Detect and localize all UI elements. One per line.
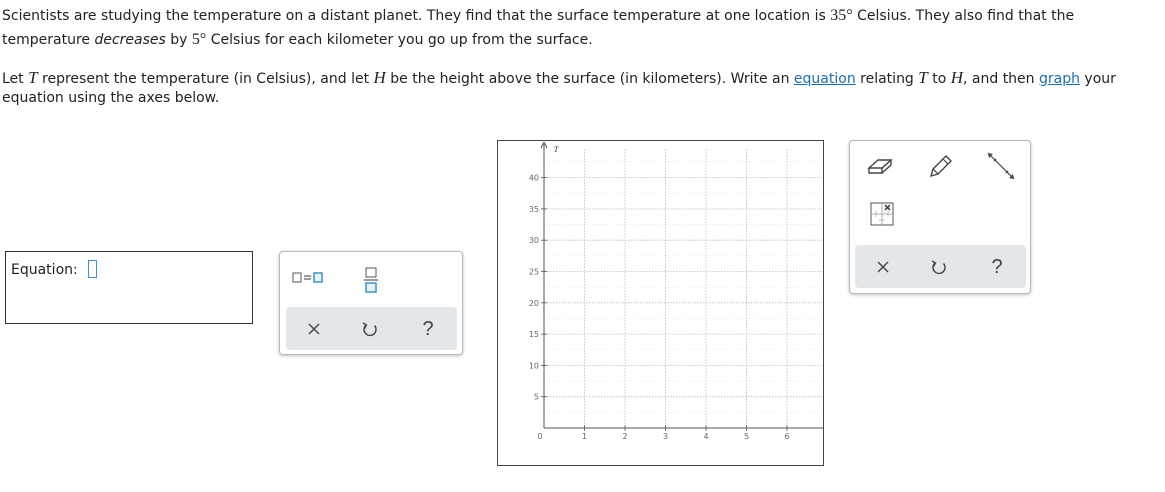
surface-temperature-value: 35° bbox=[830, 7, 853, 24]
problem-line-1: Scientists are studying the temperature … bbox=[2, 4, 1074, 28]
undo-icon bbox=[362, 322, 377, 337]
x-tick-label: 2 bbox=[622, 432, 627, 441]
help-icon: ? bbox=[422, 318, 433, 340]
y-tick-label: 5 bbox=[534, 393, 539, 402]
emphasis-decreases: decreases bbox=[94, 32, 166, 48]
variable-t: T bbox=[918, 68, 928, 87]
help-icon: ? bbox=[991, 256, 1002, 278]
problem-text: to bbox=[927, 71, 951, 87]
undo-icon bbox=[931, 260, 946, 275]
graph-action-bar: ? bbox=[855, 245, 1026, 288]
problem-text: your bbox=[1079, 71, 1116, 87]
line-tool-button[interactable] bbox=[981, 151, 1021, 181]
variable-h: H bbox=[373, 68, 386, 87]
graph-undo-button[interactable] bbox=[919, 252, 959, 282]
x-tick-label: 4 bbox=[703, 432, 708, 441]
clear-icon bbox=[877, 261, 889, 273]
variable-t: T bbox=[28, 68, 38, 87]
graph-area[interactable]: 0123456510152025303540HT bbox=[497, 140, 838, 466]
eraser-icon bbox=[867, 159, 893, 174]
y-tick-label: 25 bbox=[529, 268, 539, 277]
svg-text:?: ? bbox=[422, 318, 433, 340]
problem-line-2: temperature decreases by 5° Celsius for … bbox=[2, 28, 593, 52]
point-tool-button[interactable] bbox=[862, 199, 902, 229]
problem-text: temperature bbox=[2, 32, 95, 48]
graph-link[interactable]: graph bbox=[1039, 71, 1080, 87]
svg-text:?: ? bbox=[991, 256, 1002, 278]
point-tool-icon bbox=[870, 202, 894, 226]
equation-template-icon bbox=[292, 272, 323, 283]
graph-clear-button[interactable] bbox=[863, 252, 903, 282]
problem-text: Scientists are studying the temperature … bbox=[2, 8, 831, 24]
graph-tools-palette: ? bbox=[849, 140, 1031, 294]
fraction-template-icon bbox=[364, 267, 378, 293]
temperature-rate-value: 5° bbox=[191, 31, 207, 48]
y-tick-label: 20 bbox=[529, 299, 539, 308]
equation-palette: ? bbox=[279, 251, 463, 355]
line-tool-icon bbox=[987, 152, 1015, 180]
problem-text: Celsius. They also find that the bbox=[852, 8, 1075, 24]
problem-text: Let bbox=[2, 71, 29, 87]
x-tick-label: 0 bbox=[537, 432, 542, 441]
graph-help-button[interactable]: ? bbox=[977, 252, 1017, 282]
equation-input-cursor[interactable] bbox=[88, 260, 97, 278]
eraser-tool-button[interactable] bbox=[860, 151, 900, 181]
equation-template-button[interactable] bbox=[290, 262, 330, 292]
problem-text: represent the temperature (in Celsius), … bbox=[37, 71, 374, 87]
pencil-icon bbox=[929, 155, 952, 178]
y-tick-label: 15 bbox=[529, 330, 539, 339]
problem-text: , and then bbox=[963, 71, 1039, 87]
problem-text: equation using the axes below. bbox=[2, 90, 220, 106]
problem-text: relating bbox=[855, 71, 919, 87]
y-tick-label: 35 bbox=[529, 205, 539, 214]
problem-text: by bbox=[165, 32, 192, 48]
coordinate-plane[interactable]: 0123456510152025303540HT bbox=[498, 141, 838, 465]
equation-clear-button[interactable] bbox=[294, 314, 334, 344]
equation-label: Equation: bbox=[11, 262, 78, 278]
y-axis-label: T bbox=[554, 145, 559, 154]
problem-line-4: equation using the axes below. bbox=[2, 86, 219, 110]
problem-text: be the height above the surface (in kilo… bbox=[385, 71, 794, 87]
fraction-template-button[interactable] bbox=[351, 260, 391, 300]
x-tick-label: 3 bbox=[663, 432, 668, 441]
equation-help-button[interactable]: ? bbox=[408, 314, 448, 344]
equation-answer-box[interactable]: Equation: bbox=[5, 251, 253, 324]
x-tick-label: 1 bbox=[582, 432, 587, 441]
y-tick-label: 10 bbox=[529, 361, 539, 370]
problem-text: Celsius for each kilometer you go up fro… bbox=[206, 32, 593, 48]
equation-link[interactable]: equation bbox=[794, 71, 856, 87]
y-tick-label: 40 bbox=[529, 174, 539, 183]
x-tick-label: 5 bbox=[744, 432, 749, 441]
equation-undo-button[interactable] bbox=[350, 314, 390, 344]
clear-icon bbox=[308, 323, 320, 335]
y-tick-label: 30 bbox=[529, 236, 539, 245]
x-tick-label: 6 bbox=[784, 432, 789, 441]
equation-action-bar: ? bbox=[286, 307, 457, 350]
variable-h: H bbox=[950, 68, 963, 87]
pencil-tool-button[interactable] bbox=[920, 151, 960, 181]
